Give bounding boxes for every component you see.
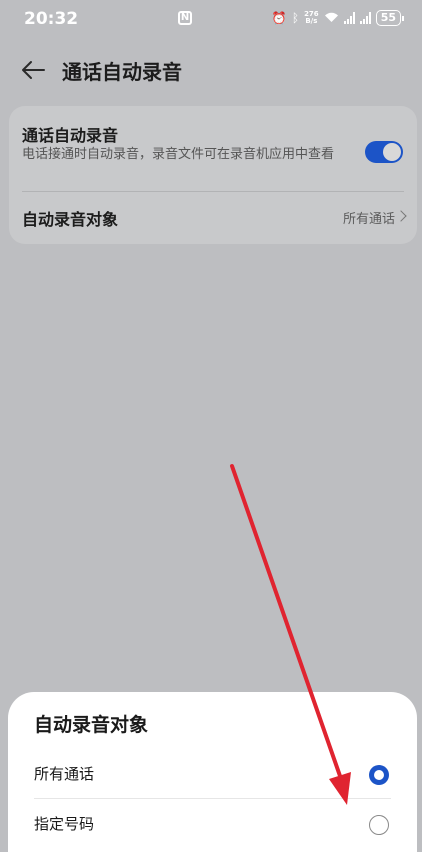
signal-icon-2 bbox=[359, 12, 371, 24]
nfc-icon: N bbox=[178, 11, 192, 25]
option-all-calls[interactable]: 所有通话 bbox=[8, 750, 417, 798]
sheet-divider bbox=[34, 798, 391, 799]
battery-icon: 55 bbox=[375, 10, 404, 26]
record-target-sheet: 自动录音对象 所有通话 指定号码 bbox=[8, 692, 417, 852]
bluetooth-icon: ᛒ bbox=[291, 11, 300, 25]
radio-all-calls[interactable] bbox=[369, 765, 389, 785]
auto-record-row: 通话自动录音 电话接通时自动录音，录音文件可在录音机应用中查看 bbox=[9, 106, 417, 190]
toggle-knob bbox=[383, 143, 401, 161]
signal-icon-1 bbox=[343, 12, 355, 24]
status-time: 20:32 bbox=[24, 9, 79, 29]
network-speed-unit: B/s bbox=[305, 17, 318, 25]
back-button[interactable] bbox=[18, 55, 48, 85]
wifi-icon bbox=[324, 11, 339, 26]
status-bar: 20:32 N ⏰ ᛒ 276 B/s 55 bbox=[0, 0, 422, 40]
alarm-icon: ⏰ bbox=[271, 11, 287, 25]
auto-record-title: 通话自动录音 bbox=[22, 126, 119, 145]
title-bar: 通话自动录音 bbox=[0, 50, 422, 90]
record-target-label: 自动录音对象 bbox=[22, 210, 119, 229]
back-arrow-icon bbox=[22, 61, 45, 79]
battery-level: 55 bbox=[375, 10, 401, 26]
option-specific-numbers-label: 指定号码 bbox=[34, 815, 95, 833]
settings-card: 通话自动录音 电话接通时自动录音，录音文件可在录音机应用中查看 自动录音对象 所… bbox=[9, 106, 417, 244]
option-specific-numbers[interactable]: 指定号码 bbox=[8, 800, 417, 848]
auto-record-toggle[interactable] bbox=[365, 141, 403, 163]
record-target-value: 所有通话 bbox=[342, 212, 395, 227]
page-title: 通话自动录音 bbox=[62, 60, 182, 84]
sheet-title: 自动录音对象 bbox=[34, 714, 149, 736]
radio-specific-numbers[interactable] bbox=[369, 815, 389, 835]
network-speed: 276 B/s bbox=[304, 11, 319, 25]
auto-record-description: 电话接通时自动录音，录音文件可在录音机应用中查看 bbox=[22, 147, 335, 162]
chevron-right-icon bbox=[395, 210, 407, 222]
status-icons: ⏰ ᛒ 276 B/s 55 bbox=[272, 10, 404, 26]
option-all-calls-label: 所有通话 bbox=[34, 765, 95, 783]
record-target-row[interactable]: 自动录音对象 所有通话 bbox=[9, 192, 417, 244]
